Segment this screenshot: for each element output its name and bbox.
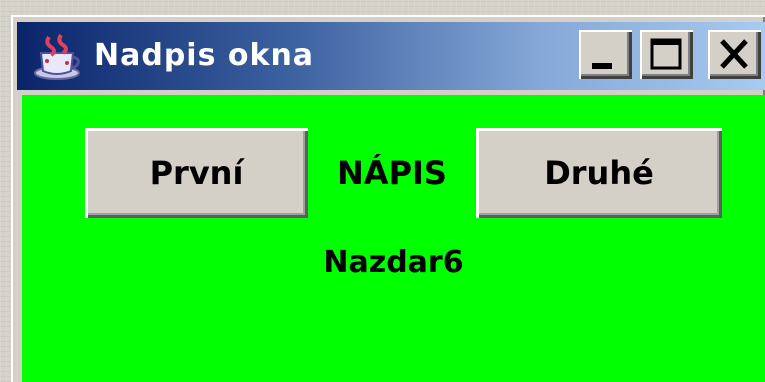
java-cup-icon[interactable] <box>31 33 83 81</box>
second-button[interactable]: Druhé <box>476 128 722 218</box>
desktop-background: Nadpis okna První NÁPIS Druhé Nazdar6 <box>0 0 765 382</box>
title-bar[interactable]: Nadpis okna <box>17 22 765 90</box>
content-panel: První NÁPIS Druhé Nazdar6 <box>22 95 765 382</box>
first-button[interactable]: První <box>85 128 308 218</box>
minimize-button[interactable] <box>579 30 632 79</box>
close-button[interactable] <box>708 30 761 79</box>
maximize-button[interactable] <box>640 30 693 79</box>
window-title: Nadpis okna <box>94 38 315 73</box>
napis-label: NÁPIS <box>337 154 447 192</box>
close-icon <box>720 39 748 69</box>
nazdar-label: Nazdar6 <box>323 245 464 280</box>
application-window: Nadpis okna První NÁPIS Druhé Nazdar6 <box>11 15 765 382</box>
minimize-icon <box>592 63 612 69</box>
maximize-icon <box>650 38 682 70</box>
